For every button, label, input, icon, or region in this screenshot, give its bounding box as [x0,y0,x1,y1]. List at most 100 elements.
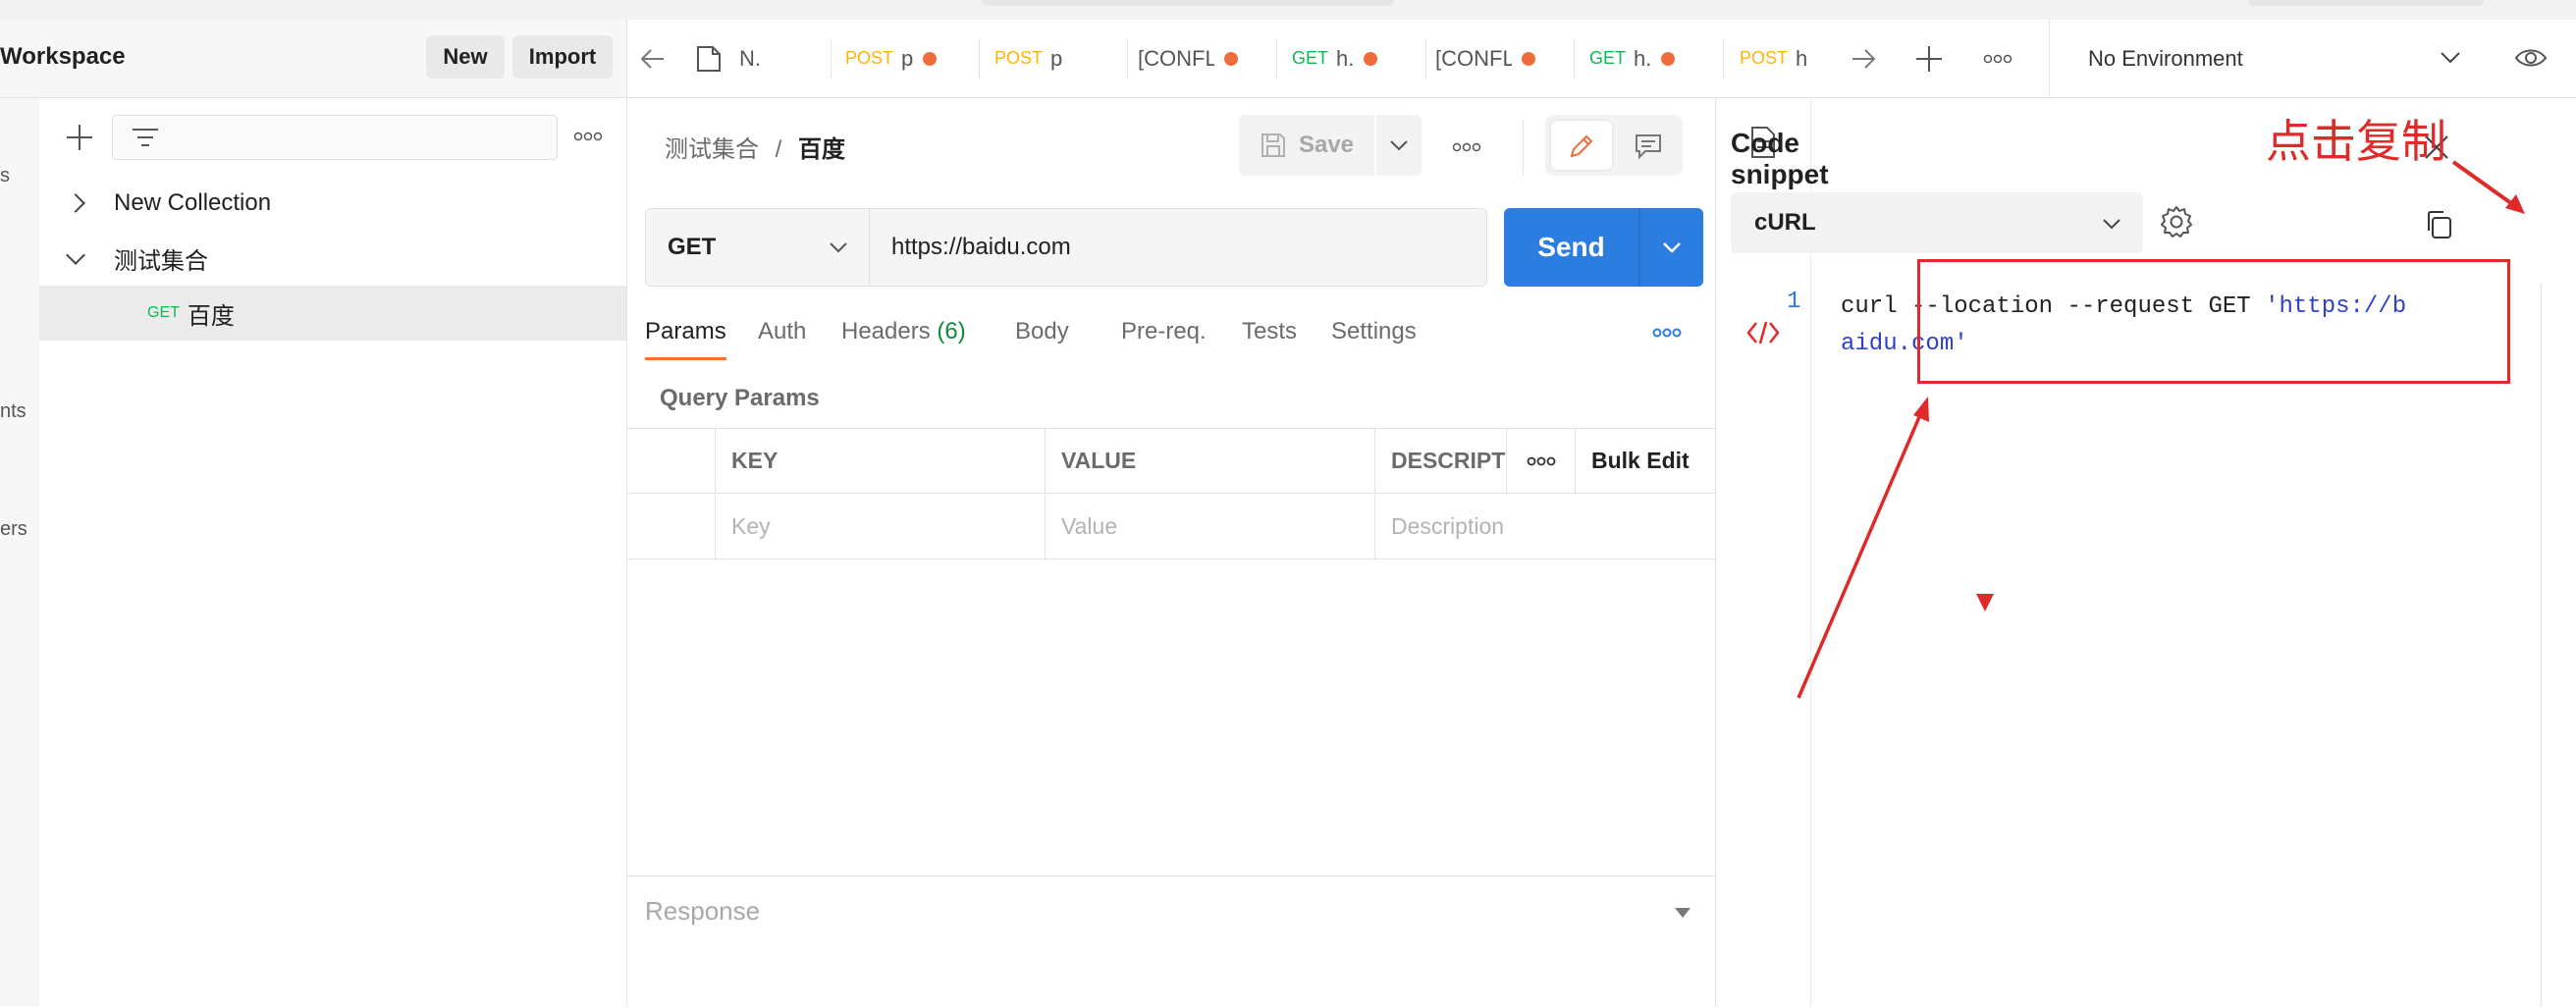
top-strip-segment [2248,0,2484,6]
sidebar-more-icon[interactable] [573,132,603,141]
annotation-arrows [1797,160,2525,699]
unsaved-dot [1522,51,1535,66]
forward-arrow-icon[interactable] [1851,47,1876,71]
collapse-caret-icon[interactable] [1674,907,1691,919]
rail-item-environments[interactable]: nts [0,400,27,423]
table-header-checkbox [627,429,716,494]
rail-item-servers[interactable]: ers [0,518,27,541]
url-bar: GET [645,208,1487,287]
unsaved-dot [1661,51,1676,66]
method-badge: GET [147,304,180,321]
environment-selector[interactable]: No Environment [2088,20,2243,97]
tab-tests[interactable]: Tests [1242,318,1297,345]
toolbar-divider [1523,120,1524,175]
key-input[interactable]: Key [716,495,1046,559]
tab-post-3[interactable]: POST h [1740,20,1810,97]
tab-divider [1425,39,1426,79]
table-options[interactable] [1507,429,1576,494]
method-badge: POST [845,48,894,68]
sidebar-header: Workspace New Import [0,20,627,98]
top-strip-segment [982,0,1394,6]
tree-item-label: 百度 [187,302,235,330]
tab-bar: N. POST p POST p [CONFL GET h. [CONFL GE… [627,20,2576,98]
tab-get-1[interactable]: GET h. [1292,20,1434,97]
unsaved-dot [1224,51,1238,66]
table-header-key: KEY [716,429,1046,494]
more-icon [1527,456,1555,465]
url-input[interactable] [870,209,1484,286]
value-input[interactable]: Value [1046,495,1375,559]
chevron-down-icon [1390,140,1408,151]
edit-mode-button[interactable] [1551,121,1612,170]
breadcrumb-parent[interactable]: 测试集合 [665,136,759,163]
breadcrumb-current[interactable]: 百度 [798,136,845,163]
tab-label: N. [739,45,761,71]
tree-item-new-collection[interactable]: New Collection [39,176,626,231]
tab-get-2[interactable]: GET h. [1589,20,1722,97]
request-more-icon[interactable] [1452,142,1481,152]
tab-divider [1723,39,1724,79]
tab-label: h. [1634,45,1652,71]
request-editor: 测试集合 / 百度 Save GET https://baidu.com Sen… [627,98,1716,1007]
breadcrumb: 测试集合 / 百度 [665,130,845,164]
table-header-value: VALUE [1046,429,1375,494]
method-badge: POST [994,48,1044,68]
tree-item-request-baidu[interactable]: GET 百度 [39,286,626,341]
bulk-edit-button[interactable]: Bulk Edit [1576,429,1715,494]
chevron-right-icon [66,193,85,213]
query-params-title: Query Params [660,385,820,411]
method-badge: GET [1589,48,1627,68]
tab-params[interactable]: Params [645,318,726,360]
save-label: Save [1298,132,1355,158]
tab-body[interactable]: Body [1015,318,1069,345]
environment-label: No Environment [2088,45,2243,71]
breadcrumb-separator: / [775,136,782,163]
add-collection-icon[interactable] [67,125,92,150]
new-tab-icon[interactable] [1916,46,1942,72]
table-row-checkbox[interactable] [627,495,716,559]
tabs-overflow-icon[interactable] [1652,328,1682,338]
tab-divider [979,39,980,79]
document-icon [697,45,721,72]
tab-overview[interactable]: N. [696,20,814,97]
filter-icon [133,129,158,146]
params-table: KEY VALUE DESCRIPT Bulk Edit Key Value D… [627,428,1715,560]
tab-label: p [901,45,914,71]
save-button[interactable]: Save [1239,115,1374,176]
tab-post-2[interactable]: POST p [994,20,1112,97]
method-label: GET [668,234,717,260]
tab-headers[interactable]: Headers (6) [841,318,966,345]
unsaved-dot [923,51,938,66]
tab-conflict-1[interactable]: [CONFL [1138,20,1280,97]
new-button[interactable]: New [426,35,505,79]
tab-conflict-2[interactable]: [CONFL [1435,20,1578,97]
tab-divider [2049,20,2050,97]
rail-item-collections[interactable]: s [0,165,10,187]
eye-icon[interactable] [2514,45,2548,71]
search-input[interactable] [112,115,558,160]
response-panel[interactable]: Response [627,875,1715,1008]
tab-prerequest[interactable]: Pre-req. [1121,318,1207,345]
send-options-button[interactable] [1640,208,1703,287]
workspace-title[interactable]: Workspace [0,43,126,71]
method-badge: POST [1740,48,1789,68]
tab-divider [1276,39,1277,79]
tab-divider [831,39,832,79]
comment-icon[interactable] [1634,133,1663,160]
method-select[interactable]: GET [646,209,870,286]
tab-auth[interactable]: Auth [758,318,806,345]
back-arrow-icon[interactable] [640,47,666,71]
import-button[interactable]: Import [512,35,613,79]
tab-headers-label: Headers [841,318,931,345]
left-rail: s nts ers [0,98,40,1007]
tree-item-test-collection[interactable]: 测试集合 [39,231,626,286]
tab-post-1[interactable]: POST p [845,20,978,97]
chevron-down-icon[interactable] [2440,51,2461,65]
description-input[interactable]: Description [1375,495,1715,559]
response-label: Response [645,896,761,926]
mode-toggle[interactable] [1545,115,1683,176]
tabs-more-icon[interactable] [1983,54,2012,64]
tab-settings[interactable]: Settings [1331,318,1417,345]
save-options-button[interactable] [1376,115,1422,176]
send-button[interactable]: Send [1504,208,1638,287]
